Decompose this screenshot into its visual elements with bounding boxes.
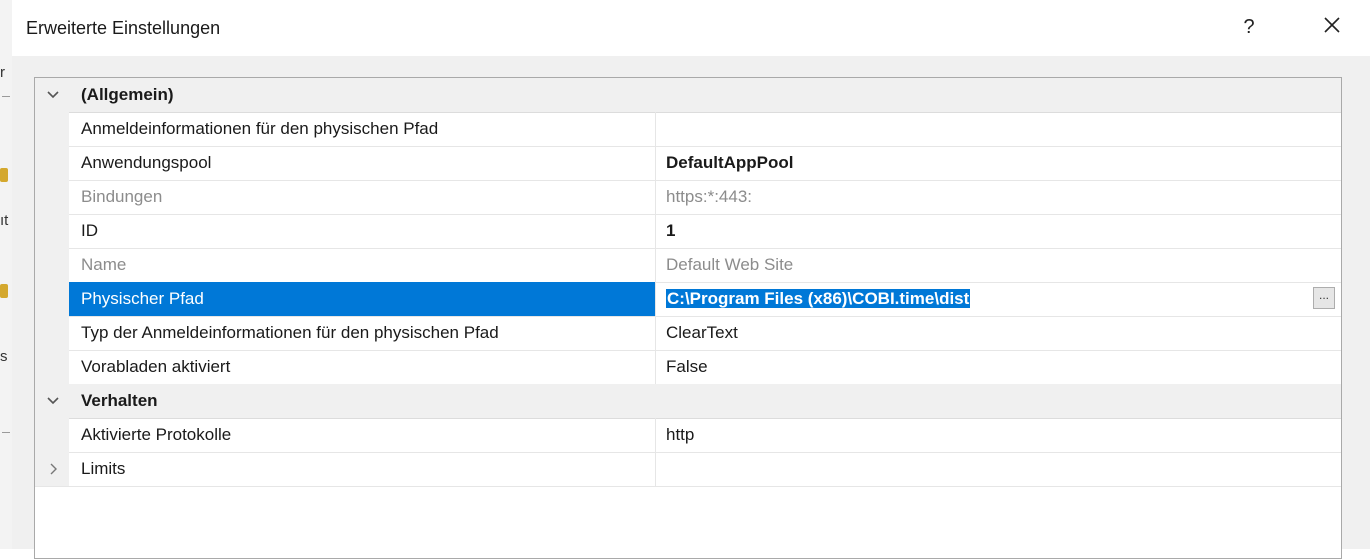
chevron-right-icon[interactable] [41, 452, 65, 486]
row-gutter [35, 350, 69, 384]
row-gutter [35, 248, 69, 282]
property-value[interactable]: http [655, 418, 1341, 452]
chevron-down-icon[interactable] [41, 78, 65, 112]
property-grid[interactable]: (Allgemein) Anmeldeinformationen für den… [34, 77, 1342, 559]
property-row-limits[interactable]: Limits [35, 452, 1341, 487]
property-name: Name [81, 255, 127, 274]
help-button[interactable]: ? [1234, 12, 1264, 42]
property-row[interactable]: Vorabladen aktiviert False [35, 350, 1341, 385]
property-name: Bindungen [81, 187, 163, 206]
category-label: (Allgemein) [81, 85, 174, 104]
lock-icon [0, 168, 8, 182]
property-row[interactable]: Anwendungspool DefaultAppPool [35, 146, 1341, 181]
background-divider [2, 96, 10, 97]
background-text-fragment: s [0, 348, 8, 365]
row-gutter [35, 316, 69, 350]
background-divider [2, 432, 10, 433]
row-gutter [35, 282, 69, 316]
property-value-text[interactable]: C:\Program Files (x86)\COBI.time\dist [666, 289, 971, 308]
close-icon [1324, 17, 1340, 33]
dialog-body: (Allgemein) Anmeldeinformationen für den… [12, 56, 1370, 559]
property-value[interactable]: ClearText [655, 316, 1341, 350]
background-text-fragment: ıt [0, 212, 9, 229]
close-button[interactable] [1312, 12, 1352, 42]
property-name: Anmeldeinformationen für den physischen … [81, 119, 439, 138]
property-row-selected[interactable]: Physischer Pfad C:\Program Files (x86)\C… [35, 282, 1341, 317]
property-row[interactable]: Name Default Web Site [35, 248, 1341, 283]
background-text-fragment: r [0, 64, 5, 81]
category-row-verhalten[interactable]: Verhalten [35, 384, 1341, 419]
lock-icon [0, 284, 8, 298]
property-name: Aktivierte Protokolle [81, 425, 232, 444]
property-row[interactable]: Anmeldeinformationen für den physischen … [35, 112, 1341, 147]
dialog-title: Erweiterte Einstellungen [26, 18, 221, 38]
property-name: Typ der Anmeldeinformationen für den phy… [81, 323, 499, 342]
property-row[interactable]: ID 1 [35, 214, 1341, 249]
chevron-down-icon[interactable] [41, 384, 65, 418]
dialog-titlebar: Erweiterte Einstellungen ? [12, 0, 1370, 56]
row-gutter [35, 180, 69, 214]
row-gutter [35, 112, 69, 146]
property-value[interactable]: https:*:443: [655, 180, 1341, 214]
property-value[interactable] [655, 452, 1341, 486]
property-value[interactable]: DefaultAppPool [655, 146, 1341, 180]
row-gutter [35, 418, 69, 452]
property-value[interactable]: False [655, 350, 1341, 384]
category-row-allgemein[interactable]: (Allgemein) [35, 78, 1341, 113]
property-value[interactable]: 1 [655, 214, 1341, 248]
property-name: Anwendungspool [81, 153, 212, 172]
browse-button[interactable]: ... [1313, 287, 1335, 309]
property-row[interactable]: Typ der Anmeldeinformationen für den phy… [35, 316, 1341, 351]
property-value[interactable]: Default Web Site [655, 248, 1341, 282]
property-row[interactable]: Aktivierte Protokolle http [35, 418, 1341, 453]
property-name: Limits [81, 459, 126, 478]
row-gutter [35, 146, 69, 180]
property-row[interactable]: Bindungen https:*:443: [35, 180, 1341, 215]
property-value[interactable] [655, 112, 1341, 146]
category-label: Verhalten [81, 391, 158, 410]
property-name: Physischer Pfad [69, 282, 655, 316]
property-name: ID [81, 221, 98, 240]
property-name: Vorabladen aktiviert [81, 357, 231, 376]
property-value-editor[interactable]: C:\Program Files (x86)\COBI.time\dist ..… [655, 282, 1341, 316]
row-gutter [35, 214, 69, 248]
